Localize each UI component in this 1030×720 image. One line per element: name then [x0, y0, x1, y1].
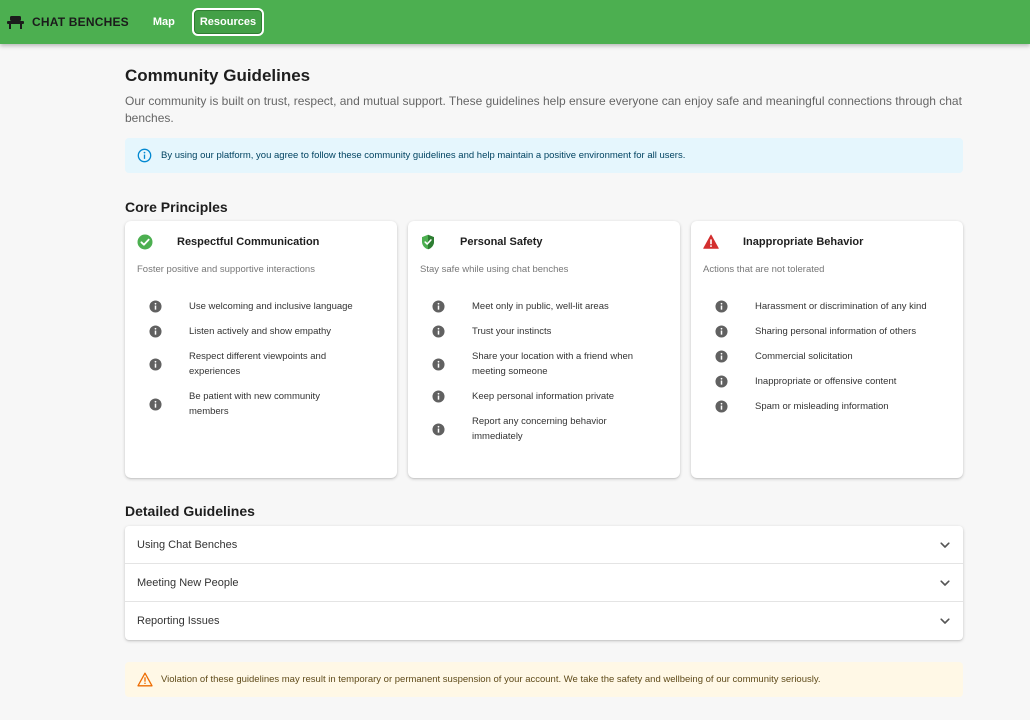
info-icon — [432, 357, 445, 371]
card-respectful-communication: Respectful Communication Foster positive… — [125, 221, 397, 478]
accordion-reporting-issues[interactable]: Reporting Issues — [125, 602, 963, 640]
info-icon — [715, 325, 728, 338]
guideline-list: Harassment or discrimination of any kind… — [715, 299, 951, 424]
info-icon — [149, 300, 162, 313]
nav-map-button[interactable]: Map — [146, 8, 182, 36]
list-item-text: Share your location with a friend when m… — [472, 351, 634, 377]
list-item: Be patient with new community members — [149, 389, 385, 419]
list-item: Trust your instincts — [432, 324, 668, 339]
chevron-down-icon[interactable] — [939, 615, 951, 627]
warning-alert-text: Violation of these guidelines may result… — [161, 674, 821, 685]
info-icon — [432, 300, 445, 313]
info-alert-text: By using our platform, you agree to foll… — [161, 150, 686, 161]
list-item: Spam or misleading information — [715, 399, 951, 414]
list-item-text: Use welcoming and inclusive language — [189, 301, 353, 312]
info-icon — [149, 325, 162, 338]
detailed-guidelines-heading: Detailed Guidelines — [125, 503, 255, 519]
guideline-list: Use welcoming and inclusive language Lis… — [149, 299, 385, 429]
info-icon — [149, 357, 162, 371]
card-personal-safety: Personal Safety Stay safe while using ch… — [408, 221, 680, 478]
info-alert: By using our platform, you agree to foll… — [125, 138, 963, 173]
list-item: Harassment or discrimination of any kind — [715, 299, 951, 314]
list-item-text: Inappropriate or offensive content — [755, 376, 897, 387]
shield-icon — [422, 234, 434, 250]
page-title: Community Guidelines — [125, 66, 311, 85]
brand-name: CHAT BENCHES — [32, 15, 129, 29]
page-intro: Our community is built on trust, respect… — [125, 94, 962, 125]
card-subtitle: Actions that are not tolerated — [703, 264, 825, 275]
warning-outline-icon — [137, 672, 153, 687]
list-item: Report any concerning behavior immediate… — [432, 414, 668, 444]
info-icon — [149, 397, 162, 411]
card-title: Inappropriate Behavior — [743, 236, 864, 248]
accordion-meeting-new-people[interactable]: Meeting New People — [125, 564, 963, 602]
info-icon — [715, 375, 728, 388]
list-item: Sharing personal information of others — [715, 324, 951, 339]
info-icon — [715, 350, 728, 363]
list-item: Share your location with a friend when m… — [432, 349, 668, 379]
card-subtitle: Stay safe while using chat benches — [420, 264, 569, 275]
list-item-text: Harassment or discrimination of any kind — [755, 301, 927, 312]
card-inappropriate-behavior: Inappropriate Behavior Actions that are … — [691, 221, 963, 478]
list-item: Use welcoming and inclusive language — [149, 299, 385, 314]
list-item: Commercial solicitation — [715, 349, 951, 364]
check-circle-icon — [137, 234, 153, 250]
list-item-text: Report any concerning behavior immediate… — [472, 416, 607, 442]
accordion-label: Reporting Issues — [137, 615, 220, 627]
warning-alert: Violation of these guidelines may result… — [125, 662, 963, 697]
list-item: Inappropriate or offensive content — [715, 374, 951, 389]
accordion-label: Meeting New People — [137, 576, 239, 589]
warning-icon — [703, 234, 719, 249]
list-item-text: Meet only in public, well-lit areas — [472, 301, 609, 312]
info-icon — [432, 422, 445, 436]
chevron-down-icon[interactable] — [939, 577, 951, 589]
list-item: Listen actively and show empathy — [149, 324, 385, 339]
card-title: Respectful Communication — [177, 236, 320, 248]
card-title: Personal Safety — [460, 236, 543, 248]
info-icon — [432, 325, 445, 338]
nav-resources-button[interactable]: Resources — [191, 8, 265, 36]
list-item-text: Be patient with new community members — [189, 391, 320, 417]
guidelines-accordion: Using Chat Benches Meeting New People Re… — [125, 526, 963, 640]
list-item: Respect different viewpoints and experie… — [149, 349, 385, 379]
info-icon — [715, 300, 728, 313]
app-bar: CHAT BENCHES Map Resources — [0, 0, 1030, 44]
list-item: Meet only in public, well-lit areas — [432, 299, 668, 314]
accordion-label: Using Chat Benches — [137, 538, 238, 551]
list-item: Keep personal information private — [432, 389, 668, 404]
list-item-text: Commercial solicitation — [755, 351, 853, 362]
card-subtitle: Foster positive and supportive interacti… — [137, 264, 315, 275]
core-principles-heading: Core Principles — [125, 199, 228, 215]
info-icon — [715, 400, 728, 413]
list-item-text: Sharing personal information of others — [755, 326, 917, 337]
chevron-down-icon[interactable] — [939, 539, 951, 551]
list-item-text: Respect different viewpoints and experie… — [189, 351, 327, 377]
info-outline-icon — [137, 148, 152, 163]
brand[interactable]: CHAT BENCHES — [7, 15, 129, 29]
list-item-text: Trust your instincts — [472, 326, 552, 337]
guideline-list: Meet only in public, well-lit areas Trus… — [432, 299, 668, 454]
list-item-text: Keep personal information private — [472, 391, 615, 402]
info-icon — [432, 390, 445, 403]
list-item-text: Spam or misleading information — [755, 401, 889, 412]
bench-icon — [7, 16, 24, 29]
accordion-using-chat-benches[interactable]: Using Chat Benches — [125, 526, 963, 564]
list-item-text: Listen actively and show empathy — [189, 326, 332, 337]
